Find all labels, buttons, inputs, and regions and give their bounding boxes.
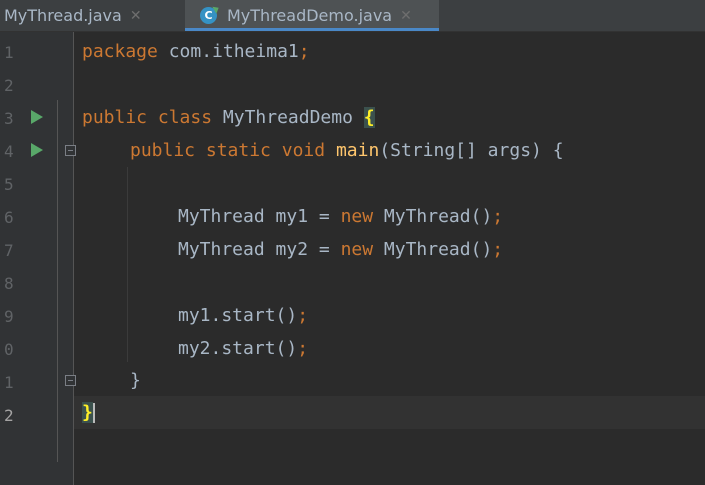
code-text: MyThread my2 =: [178, 239, 341, 260]
line-number: 0: [4, 340, 14, 359]
line-number: 7: [4, 241, 14, 260]
semicolon: ;: [297, 338, 309, 359]
code-line-3[interactable]: public class MyThreadDemo {: [82, 101, 375, 134]
close-icon[interactable]: ✕: [400, 8, 412, 24]
closing-brace: }: [130, 370, 141, 391]
line-number: 3: [4, 109, 14, 128]
tab-mythread-java[interactable]: MyThread.java ✕: [0, 0, 184, 31]
semicolon: ;: [297, 305, 309, 326]
keyword: class: [157, 107, 213, 128]
line-number: 4: [4, 142, 14, 161]
keyword: public: [130, 140, 196, 161]
line-number: 5: [4, 175, 14, 194]
line-number: 6: [4, 208, 14, 227]
run-icon[interactable]: [31, 110, 43, 124]
semicolon: ;: [492, 206, 504, 227]
class-name: MyThreadDemo: [212, 107, 364, 128]
code-text: MyThread(): [373, 239, 493, 260]
line-number-current: 2: [4, 406, 14, 425]
editor-tab-bar: MyThread.java ✕ C MyThreadDemo.java ✕: [0, 0, 705, 32]
line-number: 9: [4, 307, 14, 326]
method-name: main: [335, 140, 380, 161]
keyword: static: [205, 140, 271, 161]
code-text: (String[] args) {: [379, 140, 564, 161]
code-line-12[interactable]: }: [82, 396, 95, 429]
java-class-icon: C: [200, 7, 217, 24]
code-text: my1.start(): [178, 305, 298, 326]
run-icon[interactable]: [31, 143, 43, 157]
code-line-9[interactable]: my1.start();: [178, 299, 308, 332]
code-text: my2.start(): [178, 338, 298, 359]
code-line-6[interactable]: MyThread my1 = new MyThread();: [178, 200, 503, 233]
code-line-10[interactable]: my2.start();: [178, 332, 308, 365]
tab-label: MyThreadDemo.java: [227, 6, 393, 25]
line-number: 1: [4, 373, 14, 392]
code-text: MyThread my1 =: [178, 206, 341, 227]
code-text: com.itheima1: [157, 41, 299, 62]
code-line-11[interactable]: }: [130, 364, 141, 397]
code-line-1[interactable]: package com.itheima1;: [82, 35, 310, 68]
tab-mythreaddemo-java[interactable]: C MyThreadDemo.java ✕: [185, 0, 439, 31]
tab-label: MyThread.java: [4, 6, 122, 25]
keyword: package: [82, 41, 158, 62]
line-number: 8: [4, 274, 14, 293]
keyword: new: [340, 206, 374, 227]
line-number: 2: [4, 76, 14, 95]
keyword: public: [82, 107, 148, 128]
line-number: 1: [4, 43, 14, 62]
matched-brace: }: [82, 402, 93, 423]
close-icon[interactable]: ✕: [130, 8, 142, 24]
fold-icon[interactable]: [65, 145, 76, 156]
text-caret: [92, 403, 95, 423]
code-line-7[interactable]: MyThread my2 = new MyThread();: [178, 233, 503, 266]
keyword: void: [281, 140, 326, 161]
code-line-4[interactable]: public static void main(String[] args) {: [130, 134, 564, 167]
matched-brace: {: [363, 107, 375, 128]
keyword: new: [340, 239, 374, 260]
semicolon: ;: [298, 41, 310, 62]
code-text: MyThread(): [373, 206, 493, 227]
current-line-highlight: [74, 396, 705, 429]
gutter-divider: [57, 100, 58, 462]
editor-gutter: 1 2 3 4 5 6 7 8 9 0 1 2: [0, 32, 76, 485]
fold-icon[interactable]: [65, 375, 76, 386]
semicolon: ;: [492, 239, 504, 260]
indent-guide: [127, 167, 128, 362]
